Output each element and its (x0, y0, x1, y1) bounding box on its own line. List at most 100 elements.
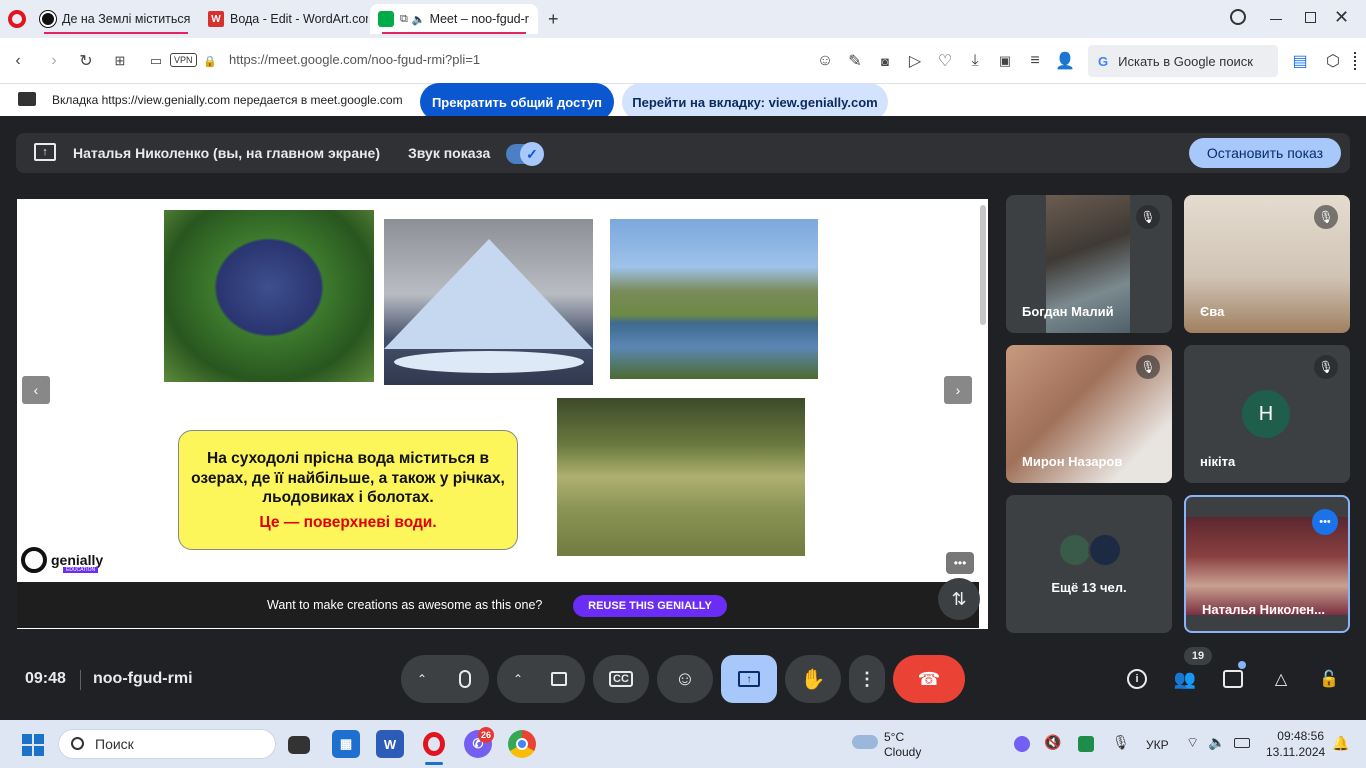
slide-next-button[interactable]: › (944, 376, 972, 404)
meeting-info-icon[interactable]: i (1124, 666, 1150, 692)
slide-more-button[interactable]: ••• (946, 552, 974, 574)
tab-meet[interactable]: ⧉ 🔈 Meet – noo-fgud-r (370, 4, 538, 34)
wifi-icon[interactable]: ⌔ (1186, 734, 1199, 752)
more-options-icon[interactable]: ••• (1312, 509, 1338, 535)
heart-icon[interactable]: ♡ (935, 51, 955, 71)
notification-dot (1238, 661, 1246, 669)
tab-pip-icon[interactable]: ⧉ (400, 13, 408, 26)
cast-icon[interactable]: ▣ (995, 51, 1015, 71)
participant-avatar: Н (1242, 390, 1290, 438)
present-upload-icon: ↑ (34, 143, 56, 161)
cloud-icon (852, 735, 878, 749)
slide-prev-button[interactable]: ‹ (22, 376, 50, 404)
notification-bell-icon[interactable]: 🔔 (1332, 735, 1349, 752)
participant-tile[interactable]: 🎙 Єва (1184, 195, 1350, 333)
captions-button[interactable]: CC (593, 655, 649, 703)
speed-dial-icon[interactable]: ⊞ (110, 51, 130, 71)
download-icon[interactable]: ⤓ (965, 51, 985, 71)
tab-genially[interactable]: Де на Землі міститься вод (32, 4, 200, 34)
emoji-icon[interactable]: ☺ (815, 51, 835, 71)
chevron-up-icon: ⌃ (513, 672, 524, 686)
check-icon: ✓ (520, 142, 544, 166)
opera-logo-icon[interactable] (8, 10, 26, 28)
vpn-badge[interactable]: VPN (170, 53, 197, 67)
speaker-icon[interactable]: 🔈 (1208, 734, 1225, 751)
forward-icon[interactable]: › (44, 51, 64, 71)
profile-icon[interactable]: 👤 (1055, 51, 1075, 71)
google-g-icon: G (1098, 53, 1109, 69)
microphone-tray-icon[interactable]: 🎙 (1112, 734, 1130, 751)
lock-icon[interactable]: 🔒 (200, 51, 220, 71)
microphone-icon (459, 670, 471, 688)
more-participants-tile[interactable]: Ещё 13 чел. (1006, 495, 1172, 633)
weather-description[interactable]: Cloudy (884, 745, 921, 759)
genially-logo-text: genially (51, 552, 104, 568)
input-language[interactable]: УКР (1146, 738, 1169, 752)
participant-tile[interactable]: 🎙 Мирон Назаров (1006, 345, 1172, 483)
hang-up-icon: ☎ (917, 668, 941, 689)
audio-settings-button[interactable]: ⌃ (401, 655, 489, 703)
leave-call-button[interactable]: ☎ (893, 655, 965, 703)
taskbar-time[interactable]: 09:48:56 (1270, 729, 1324, 743)
share-banner-text: Вкладка https://view.genially.com переда… (52, 93, 403, 107)
task-view-icon[interactable] (288, 736, 310, 754)
more-options-button[interactable]: ⋮ (849, 655, 885, 703)
url-field[interactable]: https://meet.google.com/noo-fgud-rmi?pli… (229, 52, 480, 67)
presentation-slide: genially EDUCATION (17, 199, 988, 629)
word-icon[interactable]: W (376, 730, 404, 758)
search-tabs-icon[interactable] (1230, 9, 1246, 25)
security-shield-icon[interactable] (1078, 736, 1094, 752)
reactions-button[interactable]: ☺ (657, 655, 713, 703)
volume-mute-icon[interactable]: 🔇 (1044, 734, 1061, 751)
participant-tile[interactable]: Н 🎙 нікіта (1184, 345, 1350, 483)
windows-start-icon[interactable] (22, 734, 44, 756)
self-participant-tile[interactable]: ••• Наталья Николен... (1184, 495, 1350, 633)
tab-underline (44, 32, 188, 34)
viber-tray-icon[interactable] (1014, 736, 1030, 752)
close-icon[interactable]: ✕ (1334, 7, 1349, 28)
menu-dots-icon[interactable] (1354, 52, 1356, 70)
play-icon[interactable]: ▷ (905, 51, 925, 71)
chrome-icon[interactable] (508, 730, 536, 758)
participant-name: Єва (1200, 304, 1225, 319)
captions-icon: CC (609, 671, 633, 687)
tab-wordart[interactable]: W Вода - Edit - WordArt.com (200, 4, 368, 34)
edit-icon[interactable]: ✎ (845, 51, 865, 71)
presentation-audio-toggle[interactable]: ✓ (506, 142, 544, 166)
sidebar-icon[interactable]: ▤ (1290, 51, 1310, 71)
battery-icon[interactable] (1234, 738, 1250, 748)
snapshot-icon[interactable]: ◙ (875, 51, 895, 71)
activities-icon[interactable]: △ (1268, 666, 1294, 692)
restore-icon[interactable] (1305, 12, 1316, 23)
camera-icon (551, 672, 567, 686)
minimize-icon[interactable] (1270, 19, 1282, 20)
taskbar-date[interactable]: 13.11.2024 (1266, 745, 1325, 759)
google-search-field[interactable]: G Искать в Google поиск (1088, 45, 1278, 77)
participant-count-badge: 19 (1184, 647, 1212, 665)
meeting-clock: 09:48 (25, 670, 66, 687)
reuse-genially-button[interactable]: REUSE THIS GENIALLY (573, 595, 727, 617)
people-icon[interactable]: 👥 (1172, 666, 1198, 692)
participant-tile[interactable]: 🎙 Богдан Малий (1006, 195, 1172, 333)
participant-name: Наталья Николен... (1202, 602, 1325, 617)
river-image (610, 219, 818, 379)
chat-icon[interactable] (1220, 666, 1246, 692)
reload-icon[interactable]: ↻ (76, 51, 96, 71)
raise-hand-button[interactable]: ✋ (785, 655, 841, 703)
video-settings-button[interactable]: ⌃ (497, 655, 585, 703)
back-icon[interactable]: ‹ (8, 51, 28, 71)
settings-menu-icon[interactable]: ≡ (1025, 51, 1045, 71)
present-button[interactable]: ↑ (721, 655, 777, 703)
camera-icon[interactable]: ▭ (146, 51, 166, 71)
store-icon[interactable]: ▦ (332, 730, 360, 758)
stop-presenting-button[interactable]: Остановить показ (1189, 138, 1341, 168)
slide-scrollbar[interactable] (980, 205, 986, 325)
swap-arrows-icon[interactable]: ⇅ (938, 578, 980, 620)
host-controls-icon[interactable]: 🔓 (1316, 666, 1342, 692)
weather-temperature[interactable]: 5°C (884, 730, 904, 744)
taskbar-search[interactable]: Поиск (58, 729, 276, 759)
new-tab-plus-icon[interactable]: + (548, 9, 559, 30)
opera-taskbar-icon[interactable] (420, 730, 448, 758)
extensions-icon[interactable]: ⬡ (1323, 51, 1343, 71)
hand-icon: ✋ (800, 668, 826, 691)
